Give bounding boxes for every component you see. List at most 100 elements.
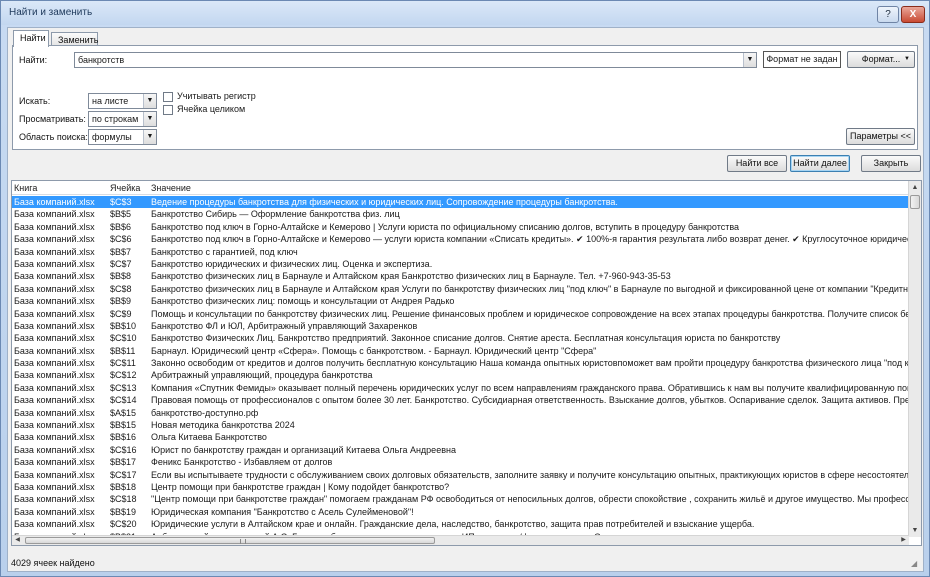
resize-grip-icon[interactable]: ◢ [911, 559, 921, 569]
result-row[interactable]: База компаний.xlsx $C$13 Компания «Спутник… [12, 382, 909, 394]
result-book-cell: База компаний.xlsx [14, 358, 95, 369]
result-row[interactable]: База компаний.xlsx $B$10 Банкротство ФЛ и … [12, 320, 909, 332]
arrow-down-icon[interactable]: ▼ [909, 524, 921, 537]
result-value-cell: Законно освободим от кредитов и долгов п… [151, 358, 909, 369]
result-address-cell: $C$18 [110, 494, 137, 505]
result-value-cell: Банкротство физических лиц: помощь и кон… [151, 296, 455, 307]
result-value-cell: Ольга Китаева Банкротство [151, 432, 267, 443]
result-row[interactable]: База компаний.xlsx $C$7 Банкротство юридич… [12, 258, 909, 270]
tab-replace[interactable]: Заменить [51, 32, 98, 46]
scroll-grip-icon [240, 539, 246, 544]
result-value-cell: Компания «Спутник Фемиды» оказывает полн… [151, 382, 909, 393]
result-value-cell: Банкротство ФЛ и ЮЛ, Арбитражный управля… [151, 320, 418, 331]
result-value-cell: Банкротство под ключ в Горно-Алтайске и … [151, 221, 740, 232]
result-row[interactable]: База компаний.xlsx $C$18 "Центр помощи при… [12, 493, 909, 505]
result-value-cell: Юридическая компания "Банкротство с Асел… [151, 506, 414, 517]
chevron-down-icon[interactable]: ▼ [743, 53, 756, 67]
result-row[interactable]: База компаний.xlsx $A$15 банкротство-досту… [12, 407, 909, 419]
result-row[interactable]: База компаний.xlsx $B$15 Новая методика ба… [12, 419, 909, 431]
result-book-cell: База компаний.xlsx [14, 506, 95, 517]
find-next-button[interactable]: Найти далее [790, 155, 850, 172]
within-select[interactable]: на листе ▼ [88, 93, 157, 109]
result-row[interactable]: База компаний.xlsx $C$17 Если вы испытывае… [12, 469, 909, 481]
tab-find[interactable]: Найти [13, 30, 49, 47]
result-book-cell: База компаний.xlsx [14, 209, 95, 220]
result-row[interactable]: База компаний.xlsx $C$9 Помощь и консульта… [12, 308, 909, 320]
result-book-cell: База компаний.xlsx [14, 395, 95, 406]
result-value-cell: Если вы испытываете трудности с обслужив… [151, 469, 909, 480]
result-row[interactable]: База компаний.xlsx $C$3 Ведение процедуры … [12, 196, 909, 209]
result-row[interactable]: База компаний.xlsx $B$11 Барнаул. Юридичес… [12, 345, 909, 357]
result-row[interactable]: База компаний.xlsx $B$6 Банкротство под кл… [12, 221, 909, 233]
horizontal-scroll-thumb[interactable] [25, 537, 435, 544]
format-preview: Формат не задан [763, 51, 841, 68]
search-order-select[interactable]: по строкам ▼ [88, 111, 157, 127]
column-header-cell[interactable]: Ячейка [110, 183, 140, 193]
arrow-right-icon[interactable]: ▶ [898, 536, 909, 545]
result-row[interactable]: База компаний.xlsx $B$17 Феникс Банкротств… [12, 456, 909, 468]
result-row[interactable]: База компаний.xlsx $B$7 Банкротство с гара… [12, 246, 909, 258]
result-address-cell: $B$11 [110, 345, 136, 356]
result-address-cell: $C$7 [110, 258, 132, 269]
result-row[interactable]: База компаний.xlsx $C$12 Арбитражный управ… [12, 369, 909, 381]
find-all-button[interactable]: Найти все [727, 155, 787, 172]
title-bar[interactable]: Найти и заменить ? X [1, 1, 929, 25]
vertical-scrollbar[interactable]: ▲ ▼ [908, 181, 921, 537]
close-window-button[interactable]: X [901, 6, 925, 23]
result-row[interactable]: База компаний.xlsx $C$8 Банкротство физиче… [12, 283, 909, 295]
chevron-down-icon[interactable]: ▼ [143, 112, 156, 126]
look-in-select[interactable]: формулы ▼ [88, 129, 157, 145]
result-address-cell: $C$3 [110, 197, 132, 207]
entire-cell-box[interactable] [163, 105, 173, 115]
result-address-cell: $C$6 [110, 234, 132, 245]
chevron-down-icon: ▼ [904, 56, 910, 62]
look-in-select-value: формулы [92, 132, 132, 142]
result-row[interactable]: База компаний.xlsx $C$20 Юридические услуг… [12, 518, 909, 530]
result-row[interactable]: База компаний.xlsx $B$5 Банкротство Сибирь… [12, 208, 909, 220]
result-book-cell: База компаний.xlsx [14, 234, 95, 245]
result-address-cell: $C$9 [110, 308, 132, 319]
result-row[interactable]: База компаний.xlsx $B$9 Банкротство физиче… [12, 295, 909, 307]
result-row[interactable]: База компаний.xlsx $B$8 Банкротство физиче… [12, 270, 909, 282]
result-book-cell: База компаний.xlsx [14, 333, 95, 344]
result-address-cell: $A$15 [110, 407, 137, 418]
result-value-cell: Помощь и консультации по банкротству физ… [151, 308, 909, 319]
chevron-down-icon[interactable]: ▼ [143, 94, 156, 108]
result-address-cell: $C$17 [110, 469, 137, 480]
result-book-cell: База компаний.xlsx [14, 457, 95, 468]
result-address-cell: $C$16 [110, 444, 137, 455]
result-row[interactable]: База компаний.xlsx $C$10 Банкротство Физич… [12, 332, 909, 344]
column-header-book[interactable]: Книга [14, 183, 37, 193]
result-row[interactable]: База компаний.xlsx $C$14 Правовая помощь о… [12, 394, 909, 406]
horizontal-scrollbar[interactable]: ◀ ▶ [12, 535, 909, 545]
result-row[interactable]: База компаний.xlsx $B$19 Юридическая компа… [12, 506, 909, 518]
result-address-cell: $C$20 [110, 519, 137, 530]
vertical-scroll-thumb[interactable] [910, 195, 920, 209]
arrow-left-icon[interactable]: ◀ [12, 536, 23, 545]
column-header-value[interactable]: Значение [151, 183, 191, 193]
arrow-up-icon[interactable]: ▲ [909, 181, 921, 194]
result-value-cell: Юридические услуги в Алтайском крае и он… [151, 519, 755, 530]
results-rows: База компаний.xlsx $C$3 Ведение процедуры … [12, 196, 909, 537]
format-button[interactable]: Формат... ▼ [847, 51, 915, 68]
result-book-cell: База компаний.xlsx [14, 469, 95, 480]
result-row[interactable]: База компаний.xlsx $B$16 Ольга Китаева Бан… [12, 431, 909, 443]
options-button[interactable]: Параметры << [846, 128, 915, 145]
chevron-down-icon[interactable]: ▼ [143, 130, 156, 144]
result-book-cell: База компаний.xlsx [14, 221, 95, 232]
result-book-cell: База компаний.xlsx [14, 481, 95, 492]
result-book-cell: База компаний.xlsx [14, 308, 95, 319]
find-input[interactable]: банкротств ▼ [74, 52, 757, 68]
result-row[interactable]: База компаний.xlsx $C$16 Юрист по банкротс… [12, 444, 909, 456]
result-row[interactable]: База компаний.xlsx $C$6 Банкротство под кл… [12, 233, 909, 245]
match-case-box[interactable] [163, 92, 173, 102]
result-row[interactable]: База компаний.xlsx $B$18 Центр помощи при … [12, 481, 909, 493]
result-value-cell: Ведение процедуры банкротства для физиче… [151, 197, 618, 207]
help-button[interactable]: ? [877, 6, 899, 23]
result-address-cell: $C$11 [110, 358, 136, 369]
close-button[interactable]: Закрыть [861, 155, 921, 172]
result-row[interactable]: База компаний.xlsx $C$11 Законно освободим… [12, 357, 909, 369]
result-address-cell: $B$6 [110, 221, 132, 232]
result-book-cell: База компаний.xlsx [14, 197, 95, 207]
result-book-cell: База компаний.xlsx [14, 246, 95, 257]
